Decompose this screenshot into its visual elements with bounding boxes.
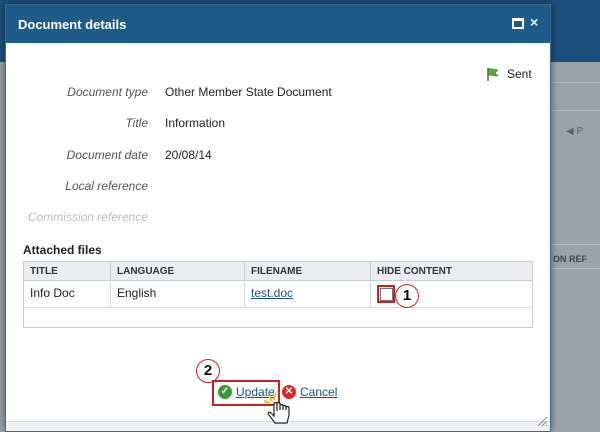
table-header: TITLE LANGUAGE FILENAME HIDE CONTENT bbox=[24, 262, 532, 281]
document-type-label: Document type bbox=[67, 85, 148, 99]
flag-icon bbox=[487, 68, 499, 81]
title-label: Title bbox=[125, 116, 148, 130]
close-icon[interactable]: × bbox=[530, 14, 538, 30]
cancel-link[interactable]: Cancel bbox=[300, 385, 337, 399]
background-column-header: ON REF bbox=[553, 254, 588, 264]
background-pager: ◀ P bbox=[566, 126, 584, 137]
attached-files-table: TITLE LANGUAGE FILENAME HIDE CONTENT Inf… bbox=[23, 261, 533, 328]
cell-title: Info Doc bbox=[24, 282, 111, 308]
attached-files-title: Attached files bbox=[23, 243, 102, 257]
filename-link[interactable]: test.doc bbox=[251, 286, 293, 300]
callout-badge-1: 1 bbox=[395, 284, 419, 308]
dialog-titlebar: Document details × bbox=[6, 5, 550, 43]
check-circle-icon: ✓ bbox=[218, 385, 232, 399]
document-date-value: 20/08/14 bbox=[165, 148, 212, 162]
table-row: Info Doc English test.doc bbox=[24, 282, 532, 308]
resize-grip-icon[interactable] bbox=[536, 415, 548, 427]
background-divider bbox=[548, 110, 600, 111]
background-divider bbox=[548, 268, 600, 269]
document-type-value: Other Member State Document bbox=[165, 85, 332, 99]
commission-reference-label: Commission reference bbox=[27, 210, 148, 224]
title-value: Information bbox=[165, 116, 226, 130]
document-date-label: Document date bbox=[66, 148, 148, 162]
background-divider bbox=[548, 82, 600, 83]
background-panel bbox=[548, 62, 600, 432]
background-divider bbox=[548, 244, 600, 245]
hand-cursor-icon bbox=[263, 392, 290, 424]
cell-language: English bbox=[111, 282, 245, 308]
status-indicator: Sent bbox=[486, 67, 532, 81]
column-header-language[interactable]: LANGUAGE bbox=[111, 262, 245, 281]
checkbox-highlight bbox=[377, 285, 395, 303]
column-header-title[interactable]: TITLE bbox=[24, 262, 111, 281]
dialog-body: Sent Document type Other Member State Do… bbox=[6, 43, 550, 431]
maximize-icon[interactable] bbox=[512, 18, 524, 29]
column-header-filename[interactable]: FILENAME bbox=[245, 262, 371, 281]
document-details-dialog: Document details × Sent Document type Ot… bbox=[5, 4, 551, 432]
status-label: Sent bbox=[507, 67, 532, 81]
dialog-title: Document details bbox=[18, 17, 127, 32]
local-reference-label: Local reference bbox=[65, 179, 148, 193]
cell-filename: test.doc bbox=[245, 282, 371, 308]
column-header-hide-content[interactable]: HIDE CONTENT bbox=[371, 262, 532, 281]
